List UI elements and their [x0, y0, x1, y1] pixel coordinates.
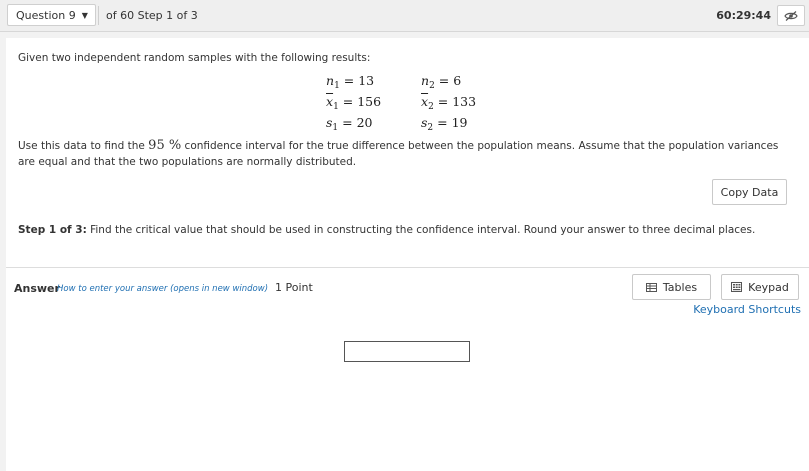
- keyboard-shortcuts-link[interactable]: Keyboard Shortcuts: [693, 303, 801, 316]
- step-text: Find the critical value that should be u…: [86, 224, 756, 236]
- instructions-start: Use this data to find the: [18, 140, 149, 152]
- tables-button[interactable]: Tables: [632, 274, 711, 300]
- tables-button-label: Tables: [662, 280, 698, 294]
- confidence-level: 95 %: [148, 138, 182, 153]
- timer: 60:29:44: [716, 9, 771, 22]
- question-progress: of 60 Step 1 of 3: [106, 9, 198, 22]
- points-label: 1 Point: [275, 281, 313, 294]
- xbar2-value: 133: [452, 94, 477, 109]
- n2-stat: n2 = 6: [421, 73, 462, 91]
- chevron-down-icon: ▼: [81, 10, 88, 20]
- answer-label: Answer: [14, 282, 60, 295]
- n1-value: 13: [358, 73, 375, 88]
- keypad-button-label: Keypad: [748, 280, 789, 294]
- table-icon: [645, 282, 657, 292]
- top-bar: Question 9 ▼ of 60 Step 1 of 3 60:29:44: [0, 0, 809, 32]
- n1-stat: n1 = 13: [326, 73, 375, 91]
- howto-link[interactable]: How to enter your answer (opens in new w…: [57, 284, 268, 294]
- problem-intro: Given two independent random samples wit…: [18, 52, 371, 64]
- step-label: Step 1 of 3:: [18, 224, 87, 236]
- step-instructions: Step 1 of 3: Find the critical value tha…: [18, 224, 755, 236]
- problem-instructions: Use this data to find the 95 % confidenc…: [18, 138, 798, 170]
- xbar2-stat: x2 = 133: [421, 94, 477, 112]
- n2-value: 6: [453, 73, 462, 88]
- keypad-button[interactable]: Keypad: [721, 274, 799, 300]
- question-selector-label: Question 9: [16, 8, 76, 22]
- s2-value: 19: [451, 115, 468, 130]
- answer-input[interactable]: [344, 341, 470, 362]
- xbar1-stat: x1 = 156: [326, 94, 382, 112]
- question-card: Given two independent random samples wit…: [6, 38, 809, 471]
- question-selector[interactable]: Question 9 ▼: [7, 4, 96, 26]
- s1-stat: s1 = 20: [326, 115, 373, 133]
- eye-slash-icon: [784, 10, 798, 21]
- s1-value: 20: [356, 115, 373, 130]
- divider: [98, 6, 99, 25]
- s2-stat: s2 = 19: [421, 115, 468, 133]
- xbar1-value: 156: [357, 94, 382, 109]
- section-divider: [6, 267, 809, 268]
- keypad-icon: [731, 282, 743, 292]
- hide-timer-button[interactable]: [777, 5, 805, 26]
- copy-data-button[interactable]: Copy Data: [712, 179, 787, 205]
